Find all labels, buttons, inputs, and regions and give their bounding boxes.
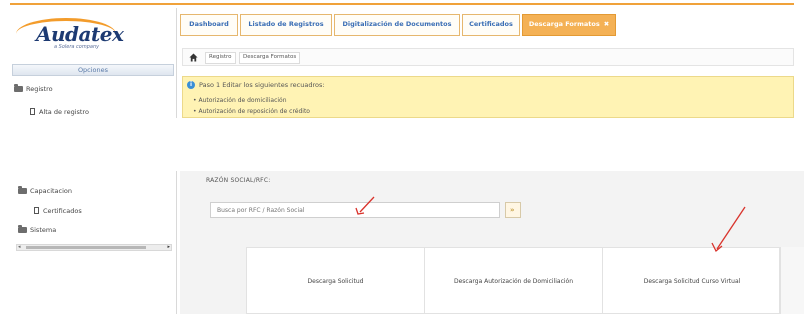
tab-certificados[interactable]: Certificados [462, 14, 520, 36]
tab-descarga-formatos[interactable]: Descarga Formatos ✖ [522, 14, 616, 36]
breadcrumb: Registro Descarga Formatos [182, 48, 794, 66]
close-icon[interactable]: ✖ [604, 20, 609, 28]
bottom-screenshot-region: Capacitacion Certificados Sistema ◂ ▸ RA… [0, 171, 804, 314]
logo-text: Audatex [36, 22, 124, 46]
alert-list-item-text: Autorización de reposición de crédito [198, 108, 310, 115]
sidebar-item-label: Alta de registro [39, 108, 89, 116]
annotation-arrow-curso-virtual-icon [711, 206, 746, 253]
breadcrumb-item-registro[interactable]: Registro [205, 52, 236, 64]
alert-list-item: • Autorización de domiciliación [193, 97, 287, 104]
document-icon [30, 108, 35, 115]
brand-logo: Audatex a Solera company [10, 8, 174, 58]
home-icon[interactable] [189, 53, 198, 62]
tab-bar: Dashboard Listado de Registros Digitaliz… [180, 14, 794, 36]
alert-title: Paso 1 Editar los siguientes recuadros: [199, 81, 325, 89]
logo-subtitle: a Solera company [54, 44, 100, 50]
instructions-alert: i Paso 1 Editar los siguientes recuadros… [182, 76, 794, 118]
annotation-arrows [355, 196, 746, 253]
alert-list-item: • Autorización de reposición de crédito [193, 108, 310, 115]
header-accent-line [10, 3, 794, 5]
sidebar-item-label: Registro [26, 85, 53, 93]
tab-label: Descarga Formatos [528, 20, 600, 28]
tab-digitalizacion-documentos[interactable]: Digitalización de Documentos [334, 14, 460, 36]
sidebar-header: Opciones [12, 64, 174, 76]
sidebar-item-registro[interactable]: Registro [14, 84, 53, 93]
tab-dashboard[interactable]: Dashboard [180, 14, 238, 36]
info-icon: i [187, 81, 195, 89]
sidebar-divider [176, 8, 177, 118]
alert-list-item-text: Autorización de domiciliación [198, 97, 287, 104]
top-screenshot-region: Audatex a Solera company Opciones Regist… [0, 0, 804, 118]
annotation-arrow-search-icon [355, 196, 375, 215]
folder-icon [14, 84, 23, 92]
tab-listado-registros[interactable]: Listado de Registros [240, 14, 332, 36]
breadcrumb-item-descarga-formatos: Descarga Formatos [239, 52, 301, 64]
sidebar-item-alta-registro[interactable]: Alta de registro [30, 108, 89, 116]
